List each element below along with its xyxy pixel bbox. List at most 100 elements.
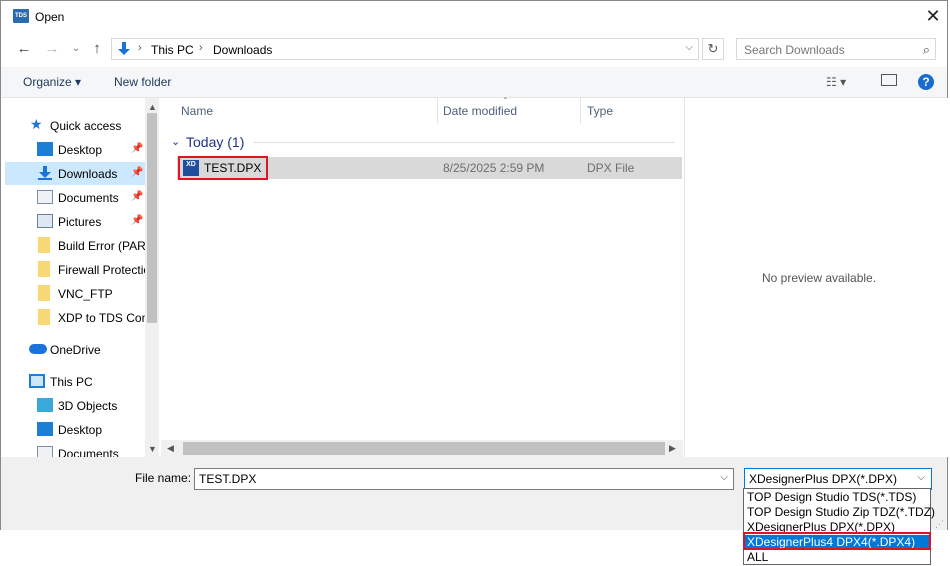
- open-dialog: TDS Open ✕ ← → ⌄ ↑ › This PC › Downloads…: [0, 0, 948, 530]
- nav-item-pictures[interactable]: Pictures 📌: [5, 210, 145, 233]
- file-type-dropdown-list: TOP Design Studio TDS(*.TDS) TOP Design …: [743, 488, 935, 565]
- forward-button[interactable]: →: [43, 39, 61, 59]
- desktop-folder-icon: [37, 142, 53, 156]
- scroll-left-arrow-icon[interactable]: ◀: [167, 443, 174, 454]
- chevron-down-icon[interactable]: ⌵: [917, 472, 925, 483]
- folder-icon: [38, 309, 50, 325]
- folder-icon: [38, 237, 50, 253]
- up-button[interactable]: ↑: [88, 39, 106, 59]
- nav-label: Firewall Protection: [58, 263, 148, 277]
- resize-grip-icon[interactable]: ⋰: [935, 519, 944, 530]
- nav-label: OneDrive: [50, 343, 101, 357]
- nav-item-desktop[interactable]: Desktop 📌: [5, 138, 145, 161]
- sort-indicator-icon: ⌃: [502, 96, 509, 105]
- pin-icon: 📌: [131, 215, 144, 226]
- download-arrow-icon: [118, 42, 130, 55]
- column-divider[interactable]: [580, 98, 581, 124]
- nav-item-3d-objects[interactable]: 3D Objects: [5, 394, 145, 417]
- file-name-label: File name:: [135, 471, 192, 485]
- nav-item-folder[interactable]: XDP to TDS Conv: [5, 306, 148, 329]
- chevron-down-icon[interactable]: ⌵: [685, 42, 693, 53]
- nav-label: Quick access: [50, 119, 122, 133]
- search-placeholder: Search Downloads: [744, 43, 845, 57]
- nav-item-folder[interactable]: VNC_FTP: [5, 282, 145, 305]
- navigation-pane: ★ Quick access Desktop 📌 Downloads 📌 Doc…: [1, 98, 159, 457]
- title-bar: TDS Open ✕: [1, 1, 947, 32]
- nav-label: This PC: [50, 375, 93, 389]
- search-icon: ⌕: [922, 42, 930, 57]
- pin-icon: 📌: [131, 167, 144, 178]
- nav-item-quick-access[interactable]: ★ Quick access: [5, 114, 145, 137]
- pictures-icon: [37, 214, 53, 228]
- chevron-down-icon[interactable]: ⌵: [720, 472, 728, 483]
- nav-label: Pictures: [58, 215, 102, 229]
- scroll-down-arrow-icon[interactable]: ▼: [148, 444, 157, 454]
- file-type-select[interactable]: XDesignerPlus DPX(*.DPX) ⌵: [744, 468, 932, 490]
- nav-item-documents[interactable]: Documents: [5, 442, 145, 457]
- folder-icon: [38, 261, 50, 277]
- file-date: 8/25/2025 2:59 PM: [443, 161, 545, 175]
- folder-icon: [38, 285, 50, 301]
- breadcrumb-this-pc[interactable]: This PC: [151, 43, 194, 57]
- file-type-option[interactable]: ALL: [745, 550, 929, 565]
- new-folder-button[interactable]: New folder: [114, 75, 171, 89]
- nav-item-folder[interactable]: Firewall Protection: [5, 258, 148, 281]
- help-icon[interactable]: ?: [918, 74, 934, 90]
- cube-icon: [37, 398, 53, 412]
- nav-item-onedrive[interactable]: OneDrive: [5, 338, 145, 361]
- nav-item-this-pc[interactable]: This PC: [5, 370, 145, 393]
- nav-label: 3D Objects: [58, 399, 118, 413]
- app-icon: TDS: [13, 9, 29, 23]
- download-arrow-icon: [38, 166, 52, 180]
- horizontal-scrollbar-thumb[interactable]: [183, 442, 665, 455]
- column-divider[interactable]: [437, 98, 438, 124]
- breadcrumb-separator: ›: [138, 42, 142, 54]
- file-list: Name Date modified Type ⌃ ⌄ Today (1) XD…: [161, 96, 683, 457]
- nav-label: VNC_FTP: [58, 287, 113, 301]
- nav-item-desktop[interactable]: Desktop: [5, 418, 145, 441]
- group-divider: [253, 142, 675, 143]
- nav-item-folder[interactable]: Build Error (PARM: [5, 234, 148, 257]
- chevron-down-icon[interactable]: ⌄: [171, 135, 180, 148]
- view-options-icon[interactable]: ☷ ▾: [826, 75, 846, 89]
- breadcrumb-separator: ›: [199, 42, 203, 54]
- column-header-type[interactable]: Type: [587, 104, 613, 118]
- highlight-box: [178, 156, 268, 180]
- desktop-folder-icon: [37, 422, 53, 436]
- organize-button[interactable]: Organize ▾: [23, 75, 81, 89]
- close-button[interactable]: ✕: [919, 3, 947, 31]
- group-header[interactable]: Today (1): [186, 134, 244, 150]
- nav-label: XDP to TDS Conv: [58, 311, 148, 325]
- documents-icon: [37, 190, 53, 204]
- nav-scrollbar-thumb[interactable]: [147, 113, 157, 323]
- breadcrumb-downloads[interactable]: Downloads: [213, 43, 272, 57]
- window-title: Open: [35, 10, 65, 24]
- cloud-icon: [29, 344, 47, 354]
- nav-item-documents[interactable]: Documents 📌: [5, 186, 145, 209]
- nav-item-downloads[interactable]: Downloads 📌: [5, 162, 145, 185]
- documents-icon: [37, 446, 53, 457]
- file-name-input[interactable]: TEST.DPX ⌵: [194, 468, 734, 490]
- column-header-name[interactable]: Name: [181, 104, 213, 118]
- toolbar: Organize ▾ New folder ☷ ▾ ?: [1, 67, 947, 98]
- computer-icon: [29, 374, 45, 388]
- pin-icon: 📌: [131, 191, 144, 202]
- scroll-right-arrow-icon[interactable]: ▶: [669, 443, 676, 454]
- preview-pane: No preview available.: [684, 98, 948, 457]
- file-type-option[interactable]: TOP Design Studio TDS(*.TDS): [745, 490, 929, 505]
- recent-locations-dropdown[interactable]: ⌄: [67, 39, 85, 59]
- file-type: DPX File: [587, 161, 635, 175]
- back-button[interactable]: ←: [15, 39, 33, 59]
- preview-pane-icon[interactable]: [881, 74, 897, 86]
- file-type-value: XDesignerPlus DPX(*.DPX): [749, 472, 898, 486]
- file-type-option[interactable]: TOP Design Studio Zip TDZ(*.TDZ): [745, 505, 935, 520]
- address-bar[interactable]: › This PC › Downloads ⌵: [111, 38, 699, 60]
- scroll-up-arrow-icon[interactable]: ▲: [148, 102, 157, 112]
- column-header-date-modified[interactable]: Date modified: [443, 104, 517, 118]
- search-input[interactable]: Search Downloads ⌕: [736, 38, 936, 60]
- preview-message: No preview available.: [762, 271, 877, 285]
- nav-label: Desktop: [58, 423, 103, 437]
- nav-label: Documents: [58, 447, 119, 457]
- file-name-value: TEST.DPX: [199, 472, 257, 486]
- refresh-button[interactable]: ↻: [702, 38, 724, 60]
